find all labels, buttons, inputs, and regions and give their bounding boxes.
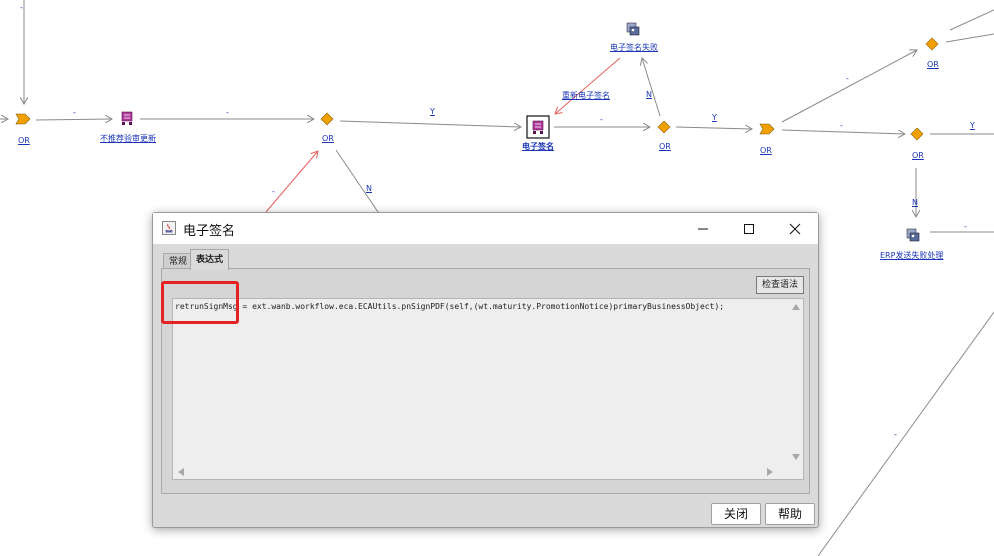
minimize-icon xyxy=(698,228,708,229)
edge-label: - xyxy=(964,222,967,231)
edge-label: - xyxy=(20,3,23,12)
connector-line xyxy=(817,311,994,556)
or-label[interactable]: OR xyxy=(659,142,671,151)
tab-expression[interactable]: 表达式 xyxy=(190,249,230,270)
scroll-down-arrow-icon[interactable] xyxy=(792,454,800,460)
edge-label-no: N xyxy=(912,198,918,207)
or-connector-shape[interactable] xyxy=(759,123,775,135)
edge-label: - xyxy=(73,108,76,117)
scroll-left-arrow-icon[interactable] xyxy=(178,468,184,476)
failure-lines xyxy=(265,57,621,213)
connector-line xyxy=(339,120,521,127)
or-diamond-shape[interactable] xyxy=(910,127,924,141)
connector-line xyxy=(642,58,661,117)
maximize-icon xyxy=(744,223,754,234)
edge-label: - xyxy=(846,74,849,83)
edge-label: - xyxy=(840,121,843,130)
close-button[interactable]: 关闭 xyxy=(711,503,761,525)
connector-line xyxy=(945,33,994,43)
or-diamond-shape[interactable] xyxy=(925,37,939,51)
or-label[interactable]: OR xyxy=(912,151,924,160)
node-label-e-signature[interactable]: 电子签名 xyxy=(522,141,554,152)
connector-line xyxy=(335,149,379,213)
edge-label-yes: Y xyxy=(970,121,975,130)
or-connector-shape[interactable] xyxy=(15,113,31,125)
robot-node-icon[interactable] xyxy=(906,228,920,242)
expression-text[interactable]: retrunSignMsg = ext.wanb.workflow.eca.EC… xyxy=(175,302,724,311)
e-signature-node-icon[interactable] xyxy=(526,115,550,139)
or-label[interactable]: OR xyxy=(18,136,30,145)
scroll-up-arrow-icon[interactable] xyxy=(792,304,800,310)
help-button[interactable]: 帮助 xyxy=(765,503,815,525)
horizontal-scrollbar[interactable] xyxy=(173,465,789,479)
edge-label-no: N xyxy=(646,90,652,99)
task-node-icon[interactable] xyxy=(121,111,133,125)
connector-line xyxy=(781,129,905,134)
maximize-button[interactable] xyxy=(726,213,772,244)
edge-label-no: N xyxy=(366,184,372,193)
robot-node-icon[interactable] xyxy=(626,22,640,36)
or-label[interactable]: OR xyxy=(927,60,939,69)
scroll-right-arrow-icon[interactable] xyxy=(767,468,773,476)
node-label-resign[interactable]: 重新电子签名 xyxy=(562,90,610,101)
java-app-icon xyxy=(162,220,176,235)
edge-label: - xyxy=(894,430,897,439)
close-icon xyxy=(789,223,801,234)
dialog-titlebar[interactable]: 电子签名 xyxy=(153,213,818,245)
connector-line xyxy=(781,50,917,123)
vertical-scrollbar[interactable] xyxy=(789,299,803,465)
node-label-e-sign-failed[interactable]: 电子签名失败 xyxy=(610,42,658,53)
edge-label: - xyxy=(226,108,229,117)
edge-label: - xyxy=(272,187,275,196)
node-label-not-recommend-update[interactable]: 不推荐验审更新 xyxy=(100,133,156,144)
connector-line xyxy=(949,9,994,31)
failure-connector-line xyxy=(265,151,318,213)
dialog-title: 电子签名 xyxy=(183,224,236,239)
e-signature-dialog: 电子签名 常规 表达式 检查语法 retrunSignMsg = ext.wan… xyxy=(152,212,819,528)
minimize-button[interactable] xyxy=(680,213,726,244)
failure-connector-line xyxy=(555,57,621,114)
edge-label-yes: Y xyxy=(430,107,435,116)
connector-line xyxy=(35,119,112,120)
expression-editor[interactable]: retrunSignMsg = ext.wanb.workflow.eca.EC… xyxy=(172,298,804,480)
or-diamond-shape[interactable] xyxy=(320,112,334,126)
edge-label-yes: Y xyxy=(712,113,717,122)
or-diamond-shape[interactable] xyxy=(657,120,671,134)
check-syntax-button[interactable]: 检查语法 xyxy=(756,276,804,294)
close-window-button[interactable] xyxy=(772,213,818,244)
annotation-highlight-box xyxy=(161,281,239,324)
node-label-erp-send-fail[interactable]: ERP发送失败处理 xyxy=(880,250,943,261)
edge-label: - xyxy=(600,115,603,124)
expression-panel: 检查语法 retrunSignMsg = ext.wanb.workflow.e… xyxy=(161,268,810,494)
connector-line xyxy=(675,127,752,129)
or-label[interactable]: OR xyxy=(760,146,772,155)
or-label[interactable]: OR xyxy=(322,134,334,143)
